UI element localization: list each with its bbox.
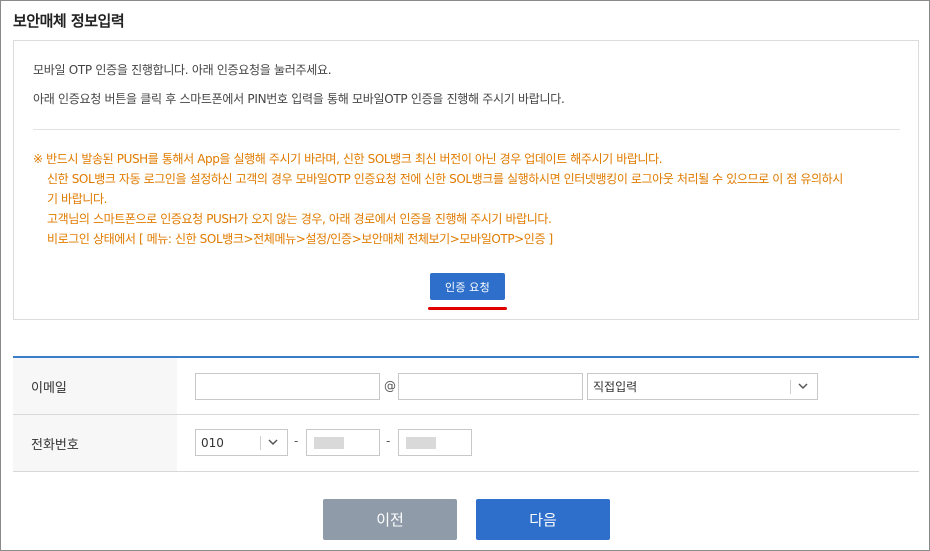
- chevron-down-icon: [268, 439, 278, 446]
- notice-line-4: 고객님의 스마트폰으로 인증요청 PUSH가 오지 않는 경우, 아래 경로에서…: [47, 212, 552, 226]
- select-separator: [790, 380, 791, 394]
- select-separator: [260, 436, 261, 450]
- prev-button[interactable]: 이전: [323, 499, 457, 540]
- info-line-2: 아래 인증요청 버튼을 클릭 후 스마트폰에서 PIN번호 입력을 통해 모바일…: [33, 92, 565, 106]
- divider: [33, 129, 900, 130]
- phone-last-input[interactable]: [398, 429, 472, 456]
- chevron-down-icon: [798, 383, 808, 390]
- phone-row: 전화번호 010 - -: [13, 415, 919, 472]
- phone-dash-1: -: [294, 434, 299, 448]
- phone-prefix-select[interactable]: 010: [195, 429, 288, 456]
- info-line-1: 모바일 OTP 인증을 진행합니다. 아래 인증요청을 눌러주세요.: [33, 63, 332, 77]
- notice-line-2: 신한 SOL뱅크 자동 로그인을 설정하신 고객의 경우 모바일OTP 인증요청…: [47, 172, 843, 186]
- email-label: 이메일: [13, 358, 177, 414]
- email-domain-input[interactable]: [398, 373, 583, 400]
- email-domain-select-value: 직접입력: [593, 380, 638, 394]
- phone-prefix-value: 010: [201, 435, 224, 450]
- masked-value: [314, 437, 344, 449]
- email-row: 이메일 @ 직접입력: [13, 358, 919, 415]
- phone-label: 전화번호: [13, 415, 177, 471]
- dialog-frame: 보안매체 정보입력 모바일 OTP 인증을 진행합니다. 아래 인증요청을 눌러…: [0, 0, 930, 551]
- phone-middle-input[interactable]: [306, 429, 380, 456]
- contact-form: 이메일 @ 직접입력 전화번호 010 - -: [13, 356, 919, 472]
- email-domain-select[interactable]: 직접입력: [587, 373, 818, 400]
- email-id-input[interactable]: [195, 373, 380, 400]
- page-title: 보안매체 정보입력: [13, 12, 125, 30]
- masked-value: [406, 437, 436, 449]
- notice-line-5: 비로그인 상태에서 [ 메뉴: 신한 SOL뱅크>전체메뉴>설정/인증>보안매체…: [47, 232, 553, 246]
- phone-dash-2: -: [386, 434, 391, 448]
- notice-line-3: 기 바랍니다.: [47, 192, 108, 206]
- next-button[interactable]: 다음: [476, 499, 610, 540]
- at-symbol: @: [384, 379, 396, 393]
- highlight-underline: [428, 307, 507, 310]
- auth-request-button[interactable]: 인증 요청: [430, 273, 505, 300]
- notice-line-1: ※ 반드시 발송된 PUSH를 통해서 App을 실행해 주시기 바라며, 신한…: [33, 152, 663, 166]
- otp-info-box: 모바일 OTP 인증을 진행합니다. 아래 인증요청을 눌러주세요. 아래 인증…: [13, 40, 919, 320]
- notice-text: ※ 반드시 발송된 PUSH를 통해서 App을 실행해 주시기 바라며, 신한…: [33, 149, 903, 249]
